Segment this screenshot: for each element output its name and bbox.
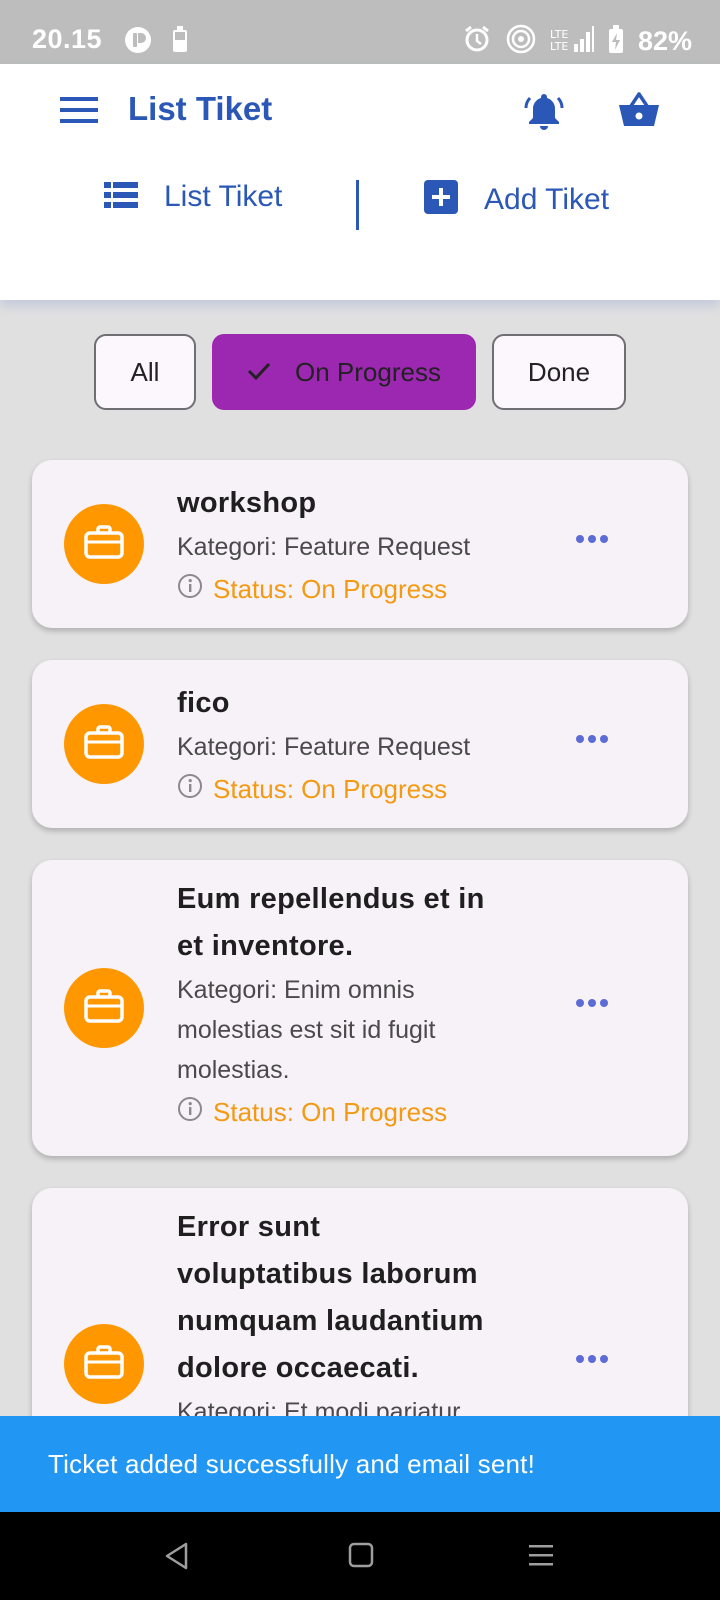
ticket-status-label: Status: On Progress [213, 774, 448, 804]
ticket-title: fico [177, 687, 230, 719]
battery-saver-icon [172, 26, 188, 59]
hotspot-icon [506, 24, 536, 59]
info-icon [177, 773, 203, 806]
alarm-icon [462, 24, 492, 59]
more-options-icon[interactable] [574, 1352, 610, 1370]
more-options-icon[interactable] [574, 996, 610, 1014]
ticket-status: Status: On Progress [177, 573, 537, 606]
menu-icon[interactable] [60, 96, 98, 129]
ticket-title: dolore occaecati. [177, 1352, 420, 1384]
tab-list-tiket[interactable]: List Tiket [104, 180, 282, 214]
ticket-title: Error sunt [177, 1211, 321, 1243]
basket-icon[interactable] [618, 92, 660, 133]
battery-charging-icon [608, 25, 624, 58]
ticket-card[interactable]: workshop Kategori: Feature Request Status:… [32, 460, 688, 628]
ticket-text: fico Kategori: Feature Request Status: On … [177, 680, 537, 806]
page-title: List Tiket [128, 90, 273, 127]
nav-home-icon[interactable] [348, 1542, 374, 1573]
system-nav-bar [0, 1512, 720, 1600]
add-box-icon [424, 180, 458, 219]
status-right-group: LTE LTE 82% [462, 24, 692, 59]
nav-back-icon[interactable] [164, 1542, 190, 1575]
ticket-avatar [64, 504, 144, 584]
info-icon [177, 573, 203, 606]
ticket-avatar [64, 968, 144, 1048]
svg-text:LTE: LTE [550, 40, 568, 52]
ticket-status-label: Status: On Progress [213, 574, 448, 604]
filter-chip-all[interactable]: All [94, 334, 196, 410]
check-icon [247, 357, 271, 388]
ticket-status: Status: On Progress [177, 1096, 537, 1129]
filter-chip-all-label: All [130, 356, 160, 387]
ticket-category: Kategori: Feature Request [177, 533, 471, 561]
ticket-title: et inventore. [177, 930, 354, 962]
snackbar-message: Ticket added successfully and email sent… [48, 1448, 536, 1479]
notification-bell-icon[interactable] [524, 90, 564, 135]
ticket-avatar [64, 1324, 144, 1404]
filter-chip-on-progress-label: On Progress [295, 356, 441, 387]
ticket-title: numquam laudantium [177, 1305, 484, 1337]
signal-icon: LTE LTE [550, 26, 594, 57]
tab-add-tiket-label: Add Tiket [484, 182, 610, 216]
briefcase-icon [84, 1344, 124, 1384]
ticket-title: workshop [177, 487, 317, 519]
ticket-title: voluptatibus laborum [177, 1258, 478, 1290]
briefcase-icon [84, 988, 124, 1028]
nav-recents-icon[interactable] [528, 1542, 554, 1573]
more-options-icon[interactable] [574, 732, 610, 750]
ticket-title: Eum repellendus et in [177, 883, 485, 915]
ticket-text: Error sunt voluptatibus laborum numquam la… [177, 1204, 537, 1432]
ticket-category: molestias. [177, 1056, 290, 1084]
tab-divider [356, 180, 359, 230]
ticket-category: molestias est sit id fugit [177, 1016, 436, 1044]
ticket-category: Kategori: Feature Request [177, 733, 471, 761]
ticket-avatar [64, 704, 144, 784]
filter-chip-done-label: Done [527, 356, 591, 387]
briefcase-icon [84, 724, 124, 764]
tab-list-tiket-label: List Tiket [164, 180, 283, 213]
app-notification-icon [124, 26, 152, 59]
more-options-icon[interactable] [574, 532, 610, 550]
battery-percentage: 82% [637, 26, 692, 56]
status-time: 20.15 [32, 24, 103, 54]
ticket-text: Eum repellendus et in et inventore. Katego… [177, 876, 537, 1129]
ticket-card[interactable]: Eum repellendus et in et inventore. Katego… [32, 860, 688, 1156]
status-bar: 20.15 LTE LTE 82% [0, 0, 720, 64]
ticket-card[interactable]: Error sunt voluptatibus laborum numquam la… [32, 1188, 688, 1448]
snackbar: Ticket added successfully and email sent… [0, 1416, 720, 1512]
app-header: List Tiket List Tiket Add Tiket [0, 64, 720, 300]
list-icon [104, 181, 138, 213]
filter-chip-on-progress[interactable]: On Progress [212, 334, 476, 410]
ticket-text: workshop Kategori: Feature Request Status:… [177, 480, 537, 606]
tab-add-tiket[interactable]: Add Tiket [424, 180, 609, 219]
ticket-status: Status: On Progress [177, 773, 537, 806]
info-icon [177, 1096, 203, 1129]
ticket-card[interactable]: fico Kategori: Feature Request Status: On … [32, 660, 688, 828]
ticket-status-label: Status: On Progress [213, 1097, 448, 1127]
ticket-category: Kategori: Enim omnis [177, 976, 415, 1004]
filter-chip-done[interactable]: Done [492, 334, 626, 410]
briefcase-icon [84, 524, 124, 564]
